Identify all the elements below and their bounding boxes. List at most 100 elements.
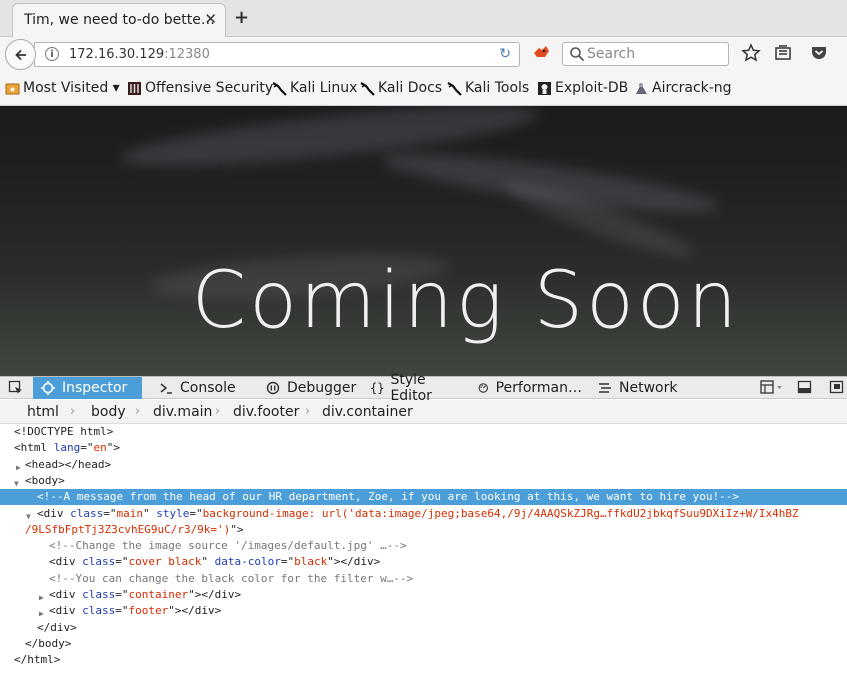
markup-node-head[interactable]: ▶ <head></head> bbox=[0, 457, 847, 473]
dock-bottom-icon[interactable] bbox=[797, 380, 813, 395]
div-main-open-tag: <div class="main" style="background-imag… bbox=[37, 506, 799, 520]
markup-node-div-container[interactable]: ▶ <div class="container"></div> bbox=[0, 587, 847, 603]
kali-dragon-icon bbox=[447, 81, 462, 96]
devtools-tab-performance[interactable]: Performan… bbox=[470, 377, 582, 399]
bookmark-label: Aircrack-ng bbox=[652, 80, 732, 96]
markup-node-html-close[interactable]: </html> bbox=[0, 652, 847, 668]
dock-options-icon[interactable] bbox=[760, 380, 784, 395]
breadcrumb-item[interactable]: html bbox=[27, 404, 59, 420]
network-icon bbox=[599, 383, 611, 393]
site-info-icon[interactable]: i bbox=[45, 47, 59, 61]
fox-extension-icon[interactable] bbox=[533, 45, 550, 59]
pocket-icon[interactable] bbox=[809, 43, 829, 63]
bookmark-offensive-security[interactable]: Offensive Security bbox=[127, 80, 273, 96]
div-main-style-cont: /9LSfbFptTj3Z3cvhEG9uC/r3/9k=')"> bbox=[25, 522, 244, 536]
bookmark-kali-tools[interactable]: Kali Tools bbox=[447, 80, 529, 96]
coming-soon-heading: Coming Soon bbox=[191, 256, 740, 346]
bookmark-most-visited[interactable]: Most Visited ▾ bbox=[5, 80, 120, 96]
head-tag-text: <head></head> bbox=[25, 457, 112, 471]
library-icon[interactable] bbox=[773, 43, 793, 63]
dock-window-icon[interactable] bbox=[829, 380, 845, 395]
devtools-toolbar: Inspector Console Debugger {} Style Edit… bbox=[0, 372, 847, 404]
bookmark-label: Kali Linux bbox=[290, 80, 358, 96]
devtools-tab-debugger[interactable]: Debugger bbox=[258, 377, 358, 399]
url-text: 172.16.30.129:12380 bbox=[69, 47, 210, 62]
markup-node-doctype[interactable]: <!DOCTYPE html> bbox=[0, 424, 847, 440]
div-container-tag: <div class="container"></div> bbox=[49, 588, 242, 601]
kali-dragon-icon bbox=[272, 81, 287, 96]
console-icon bbox=[160, 383, 172, 394]
back-arrow-icon bbox=[14, 49, 26, 60]
markup-view: <!DOCTYPE html> <html lang="en"> ▶ <head… bbox=[0, 424, 847, 674]
hr-comment-text: <!--A message from the head of our HR de… bbox=[37, 490, 739, 504]
devtools-tab-inspector[interactable]: Inspector bbox=[33, 377, 142, 399]
devtools-tab-network[interactable]: Network bbox=[590, 377, 686, 399]
markup-node-div-main[interactable]: ▼ <div class="main" style="background-im… bbox=[0, 506, 847, 522]
bookmark-star-icon[interactable] bbox=[741, 43, 761, 63]
markup-node-html[interactable]: <html lang="en"> bbox=[0, 440, 847, 456]
markup-node-body-close[interactable]: </body> bbox=[0, 636, 847, 652]
browser-tab[interactable]: Tim, we need to-do bette… ✕ bbox=[12, 3, 226, 37]
breadcrumb-item[interactable]: body bbox=[91, 404, 126, 420]
markup-node-div-main-cont: /9LSfbFptTj3Z3cvhEG9uC/r3/9k=')"> bbox=[0, 522, 847, 538]
devtools-tab-label: Console bbox=[180, 380, 236, 396]
bookmark-label: Kali Docs bbox=[378, 80, 443, 96]
devtools-tab-style-editor[interactable]: {} Style Editor bbox=[362, 372, 470, 404]
page-background: Coming Soon bbox=[0, 106, 847, 376]
offsec-icon bbox=[128, 81, 141, 95]
bookmarks-toolbar: Most Visited ▾ Offensive Security Kali L… bbox=[0, 72, 847, 106]
chevron-right-icon: › bbox=[305, 404, 311, 419]
devtools-tab-label: Performan… bbox=[495, 380, 582, 396]
bookmark-label: Kali Tools bbox=[465, 80, 530, 96]
bookmark-label: Exploit-DB bbox=[555, 80, 629, 96]
devtools-tab-console[interactable]: Console bbox=[151, 377, 247, 399]
url-bar[interactable]: i 172.16.30.129:12380 ↻ bbox=[34, 42, 520, 67]
bookmark-label: Offensive Security bbox=[145, 80, 274, 96]
markup-node-div-close[interactable]: </div> bbox=[0, 620, 847, 636]
markup-node-div-cover[interactable]: <div class="cover black" data-color="bla… bbox=[0, 554, 847, 570]
bookmark-kali-linux[interactable]: Kali Linux bbox=[272, 80, 357, 96]
new-tab-icon[interactable]: + bbox=[234, 7, 249, 28]
div-cover-tag: <div class="cover black" data-color="bla… bbox=[49, 555, 381, 569]
html-open-tag: <html lang="en"> bbox=[14, 441, 120, 455]
search-placeholder: Search bbox=[587, 46, 636, 62]
div-close-tag: </div> bbox=[37, 620, 77, 634]
breadcrumb-item[interactable]: div.container bbox=[322, 404, 413, 420]
html-close-tag: </html> bbox=[14, 653, 61, 667]
chevron-right-icon: › bbox=[215, 404, 221, 419]
chevron-right-icon: › bbox=[70, 404, 76, 419]
devtools-tab-label: Network bbox=[619, 380, 678, 396]
search-icon bbox=[570, 47, 585, 62]
markup-node-img-comment[interactable]: <!--Change the image source '/images/def… bbox=[0, 538, 847, 554]
markup-node-body[interactable]: ▼ <body> bbox=[0, 473, 847, 489]
breadcrumb-item[interactable]: div.main bbox=[153, 404, 212, 420]
chevron-right-icon: › bbox=[135, 404, 141, 419]
close-tab-icon[interactable]: ✕ bbox=[204, 10, 217, 28]
performance-icon bbox=[478, 383, 488, 393]
search-input[interactable]: Search bbox=[562, 42, 729, 66]
breadcrumb-item[interactable]: div.footer bbox=[233, 404, 299, 420]
style-editor-icon: {} bbox=[370, 381, 385, 395]
markup-node-hr-comment[interactable]: <!--A message from the head of our HR de… bbox=[0, 489, 847, 506]
reload-icon[interactable]: ↻ bbox=[499, 46, 511, 62]
bookmark-label: Most Visited ▾ bbox=[23, 80, 120, 96]
devtools-tab-label: Debugger bbox=[287, 380, 357, 396]
div-footer-tag: <div class="footer"></div> bbox=[49, 604, 222, 618]
back-button[interactable] bbox=[5, 39, 36, 70]
filter-comment-text: <!--You can change the black color for t… bbox=[49, 571, 414, 585]
folder-star-icon bbox=[5, 83, 20, 94]
kali-dragon-icon bbox=[360, 81, 375, 96]
element-picker-icon[interactable] bbox=[8, 380, 24, 396]
url-host: 172.16.30.129 bbox=[69, 47, 165, 62]
devtools-breadcrumb: html › body › div.main › div.footer › di… bbox=[0, 400, 847, 424]
img-comment-text: <!--Change the image source '/images/def… bbox=[49, 539, 407, 553]
debugger-icon bbox=[266, 381, 280, 395]
tab-title: Tim, we need to-do bette… bbox=[24, 12, 215, 28]
markup-node-div-footer[interactable]: ▶ <div class="footer"></div> bbox=[0, 603, 847, 619]
bookmark-aircrack-ng[interactable]: Aircrack-ng bbox=[634, 80, 732, 96]
bookmark-kali-docs[interactable]: Kali Docs bbox=[360, 80, 442, 96]
exploitdb-icon bbox=[538, 81, 551, 95]
bookmark-exploit-db[interactable]: Exploit-DB bbox=[537, 80, 628, 96]
markup-node-filter-comment[interactable]: <!--You can change the black color for t… bbox=[0, 571, 847, 587]
inspector-icon bbox=[41, 381, 55, 395]
